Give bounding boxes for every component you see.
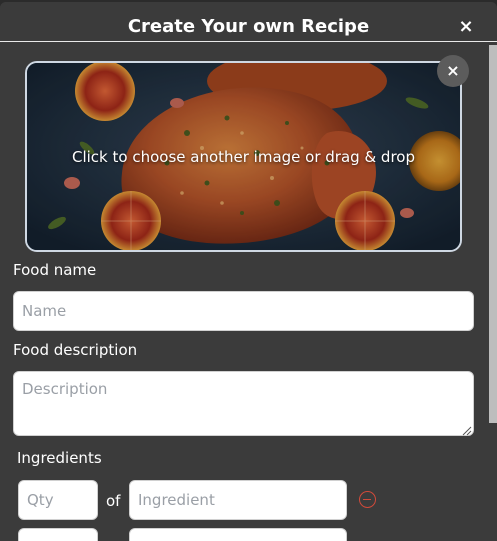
modal-title: Create Your own Recipe — [127, 16, 370, 37]
food-description-label: Food description — [13, 341, 138, 359]
modal-header: Create Your own Recipe × — [0, 2, 497, 42]
create-recipe-modal: Create Your own Recipe × Click to choose… — [0, 2, 497, 541]
remove-ingredient-icon[interactable] — [359, 491, 376, 508]
resize-grip-icon[interactable] — [462, 426, 472, 436]
image-dropzone-label: Click to choose another image or drag & … — [72, 148, 415, 166]
ingredient-name-input-next[interactable] — [129, 528, 347, 541]
food-description-textarea[interactable] — [13, 371, 474, 436]
close-modal-button[interactable]: × — [456, 15, 476, 39]
scrollbar-thumb[interactable] — [489, 45, 497, 423]
ingredient-of-text: of — [106, 492, 121, 510]
ingredient-name-input[interactable] — [129, 480, 347, 520]
ingredient-qty-input-next[interactable] — [18, 528, 98, 541]
image-dropzone[interactable]: Click to choose another image or drag & … — [25, 61, 462, 252]
ingredients-label: Ingredients — [17, 449, 102, 467]
remove-image-button[interactable]: × — [437, 55, 469, 87]
food-name-input[interactable] — [13, 291, 474, 331]
ingredient-qty-input[interactable] — [18, 480, 98, 520]
food-name-label: Food name — [13, 261, 97, 279]
